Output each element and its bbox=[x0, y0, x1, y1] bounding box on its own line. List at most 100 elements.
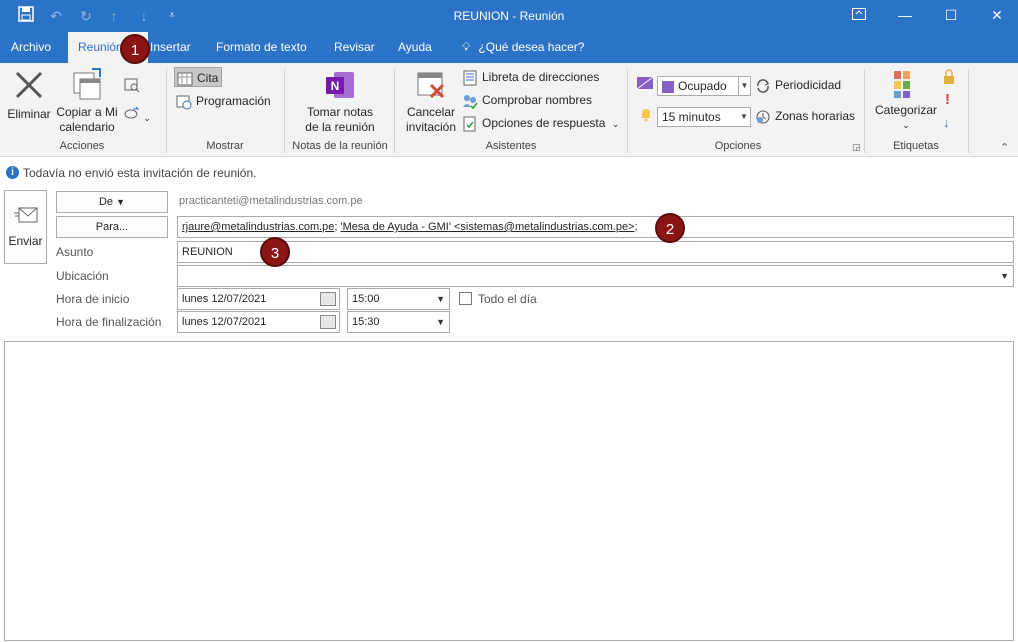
separator bbox=[968, 69, 969, 153]
todo-el-dia-checkbox[interactable] bbox=[459, 292, 472, 305]
separator bbox=[394, 69, 395, 153]
calendar-search-icon[interactable] bbox=[124, 77, 140, 97]
zonas-label: Zonas horarias bbox=[775, 109, 856, 123]
dropdown-arrow-icon: ▼ bbox=[436, 294, 445, 304]
categorizar-label: Categorizar bbox=[874, 103, 938, 117]
calendar-icon[interactable] bbox=[320, 315, 336, 329]
tomar-notas-label-1: Tomar notas bbox=[306, 105, 374, 119]
tab-revisar[interactable]: Revisar bbox=[324, 32, 385, 63]
send-icon bbox=[13, 207, 37, 223]
recurrence-icon bbox=[757, 78, 769, 93]
lightbulb-icon: 💡︎ bbox=[462, 40, 471, 54]
periodicidad-label: Periodicidad bbox=[775, 78, 842, 92]
check-names-icon bbox=[463, 94, 478, 109]
dropdown-arrow-icon: ▼ bbox=[740, 112, 748, 121]
fecha-inicio-field[interactable]: lunes 12/07/2021 bbox=[177, 288, 340, 310]
busy-swatch bbox=[662, 80, 674, 93]
hora-fin-value: 15:30 bbox=[352, 316, 380, 328]
opciones-respuesta-button[interactable]: Opciones de respuesta ⌄ bbox=[462, 113, 619, 133]
info-icon: i bbox=[6, 166, 19, 179]
hora-inicio-select[interactable]: 15:00 ▼ bbox=[347, 288, 450, 310]
collapse-ribbon-icon[interactable]: ⌃ bbox=[1000, 141, 1009, 154]
tomar-notas-label-2: de la reunión bbox=[305, 120, 375, 134]
tell-me-text: ¿Qué desea hacer? bbox=[478, 40, 585, 54]
low-importance-icon[interactable]: ↓ bbox=[943, 115, 950, 130]
categorize-icon bbox=[894, 71, 910, 98]
info-bar: i Todavía no envió esta invitación de re… bbox=[0, 158, 1018, 186]
copiar-calendario-button[interactable]: Copiar a Mi calendario bbox=[56, 67, 118, 135]
chevron-down-icon: ⌄ bbox=[611, 119, 620, 129]
copy-calendar-icon bbox=[73, 68, 101, 100]
title-bar: ↶ ↻ ↑ ↓ ⩡ REUNION - Reunión — ☐ ✕ bbox=[0, 0, 1018, 32]
recipient-1[interactable]: rjaure@metalindustrias.com.pe bbox=[182, 221, 334, 233]
hora-fin-label: Hora de finalización bbox=[56, 315, 162, 329]
recipient-2[interactable]: 'Mesa de Ayuda - GMI' <sistemas@metalind… bbox=[341, 221, 635, 233]
time-zones-icon bbox=[756, 110, 770, 124]
de-label: De bbox=[98, 196, 114, 208]
periodicidad-button[interactable]: Periodicidad bbox=[755, 75, 841, 95]
categorizar-button[interactable]: Categorizar ⌄ bbox=[872, 69, 940, 133]
separator bbox=[864, 69, 865, 153]
tomar-notas-button[interactable]: N Tomar notas de la reunión bbox=[296, 69, 384, 135]
libreta-direcciones-button[interactable]: Libreta de direcciones bbox=[462, 67, 599, 87]
high-importance-icon[interactable]: ! bbox=[945, 91, 950, 108]
eliminar-label: Eliminar bbox=[7, 107, 51, 121]
schedule-icon bbox=[176, 95, 192, 110]
minimize-icon[interactable]: — bbox=[882, 0, 928, 32]
group-label-mostrar: Mostrar bbox=[206, 140, 244, 152]
close-icon[interactable]: ✕ bbox=[974, 0, 1018, 32]
separator bbox=[627, 69, 628, 153]
group-label-opciones: Opciones bbox=[714, 140, 762, 152]
comprobar-nombres-button[interactable]: Comprobar nombres bbox=[462, 90, 592, 110]
cancelar-invitacion-button[interactable]: Cancelar invitación bbox=[402, 69, 460, 135]
group-label-notas: Notas de la reunión bbox=[292, 140, 388, 152]
cita-label: Cita bbox=[197, 71, 219, 85]
ribbon-display-icon[interactable] bbox=[836, 0, 882, 32]
hora-inicio-label: Hora de inicio bbox=[56, 292, 130, 306]
asunto-label: Asunto bbox=[56, 245, 94, 259]
address-book-icon bbox=[463, 70, 477, 86]
para-button[interactable]: Para... bbox=[56, 216, 168, 238]
asunto-field[interactable]: REUNION bbox=[177, 241, 1014, 263]
fecha-fin-field[interactable]: lunes 12/07/2021 bbox=[177, 311, 340, 333]
info-message: Todavía no envió esta invitación de reun… bbox=[23, 166, 257, 180]
eliminar-button[interactable]: Eliminar bbox=[6, 69, 52, 122]
ubicacion-label: Ubicación bbox=[56, 269, 109, 283]
maximize-icon[interactable]: ☐ bbox=[928, 0, 974, 32]
estado-value: Ocupado bbox=[678, 79, 727, 93]
ubicacion-field[interactable]: ▼ bbox=[177, 265, 1014, 287]
hora-inicio-value: 15:00 bbox=[352, 293, 380, 305]
dropdown-arrow-icon[interactable]: ▼ bbox=[1000, 266, 1009, 286]
cancelar-label-2: invitación bbox=[405, 120, 457, 134]
de-value: practicanteti@metalindustrias.com.pe bbox=[179, 195, 363, 207]
tab-archivo[interactable]: Archivo bbox=[1, 32, 61, 63]
para-field[interactable]: rjaure@metalindustrias.com.pe; 'Mesa de … bbox=[177, 216, 1014, 238]
tab-ayuda[interactable]: Ayuda bbox=[388, 32, 442, 63]
calendar-icon[interactable] bbox=[320, 292, 336, 306]
forward-icon[interactable]: ⌄ bbox=[124, 105, 151, 125]
lock-icon[interactable] bbox=[942, 69, 956, 88]
comprobar-label: Comprobar nombres bbox=[482, 93, 593, 107]
show-as-icon bbox=[636, 75, 654, 95]
step-badge-3: 3 bbox=[260, 237, 290, 267]
tell-me-search[interactable]: 💡︎ ¿Qué desea hacer? bbox=[452, 32, 594, 63]
recordatorio-select[interactable]: 15 minutos ▼ bbox=[657, 107, 751, 127]
hora-fin-select[interactable]: 15:30 ▼ bbox=[347, 311, 450, 333]
menu-bar: Archivo Reunión Insertar Formato de text… bbox=[0, 32, 1018, 63]
de-button[interactable]: De ▼ bbox=[56, 191, 168, 213]
zonas-horarias-button[interactable]: Zonas horarias bbox=[755, 106, 855, 126]
dropdown-arrow-icon: ▼ bbox=[436, 317, 445, 327]
enviar-button[interactable]: Enviar bbox=[4, 190, 47, 264]
response-options-icon bbox=[463, 116, 476, 132]
group-label-acciones: Acciones bbox=[59, 140, 105, 152]
recipient-tail: ; bbox=[634, 221, 638, 233]
message-body[interactable] bbox=[4, 341, 1014, 641]
bell-icon bbox=[638, 106, 654, 126]
todo-el-dia-label: Todo el día bbox=[478, 292, 537, 306]
mostrar-como-select[interactable]: Ocupado ▼ bbox=[657, 76, 751, 96]
svg-text:N: N bbox=[331, 79, 340, 93]
dialog-launcher-icon[interactable]: ◲ bbox=[852, 142, 861, 153]
cita-button[interactable]: Cita bbox=[174, 67, 222, 87]
tab-formato-texto[interactable]: Formato de texto bbox=[206, 32, 317, 63]
programacion-button[interactable]: Programación bbox=[176, 91, 271, 111]
